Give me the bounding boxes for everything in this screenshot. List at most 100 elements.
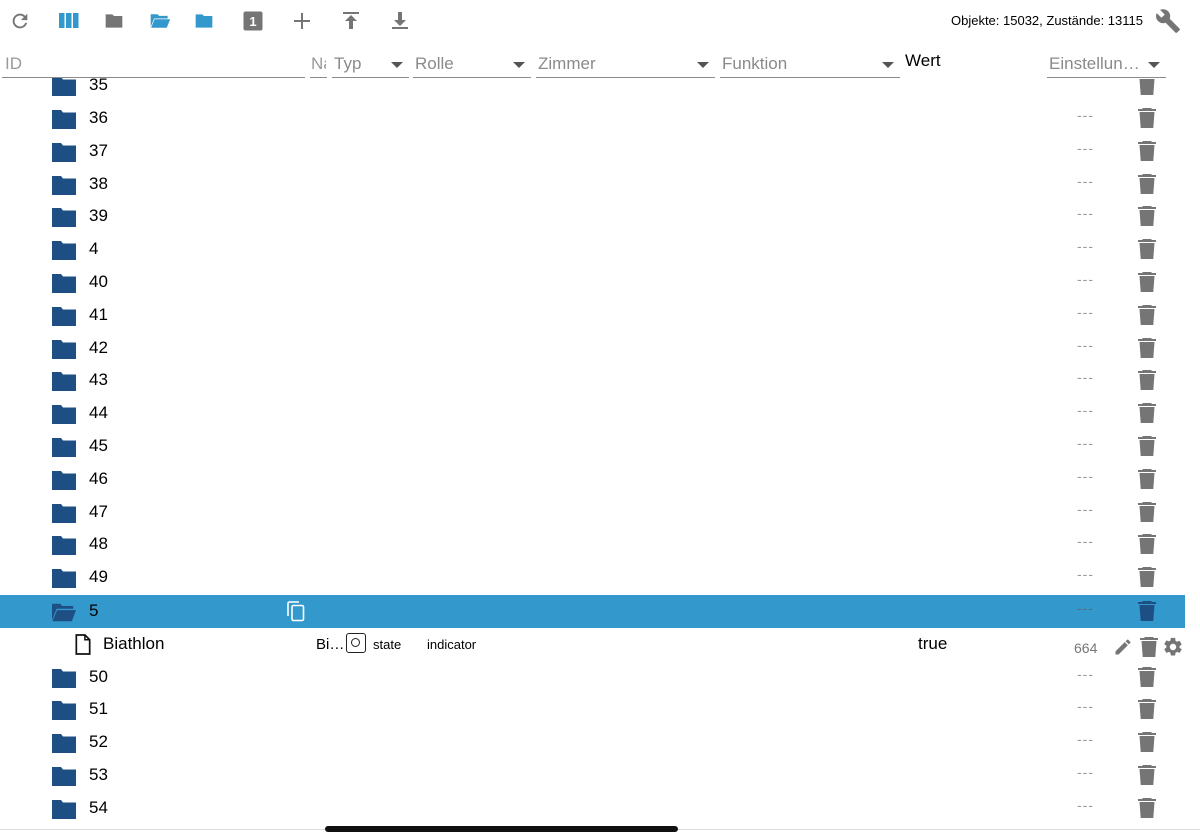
folder-icon[interactable] — [102, 9, 126, 33]
name-filter-input[interactable] — [310, 50, 327, 78]
copy-icon[interactable] — [286, 600, 306, 622]
folder-icon — [52, 339, 76, 359]
tree-row[interactable]: 38 --- — [0, 168, 1185, 201]
tree-row[interactable]: 43 --- — [0, 364, 1185, 397]
tree-row-value: --- — [1077, 698, 1094, 715]
role-filter-select[interactable]: Rolle — [413, 50, 531, 78]
tree-row[interactable]: 46 --- — [0, 463, 1185, 496]
tree-row-name: 38 — [89, 173, 108, 193]
delete-icon[interactable] — [1138, 370, 1156, 391]
folder-icon — [52, 142, 76, 162]
delete-icon[interactable] — [1138, 468, 1156, 489]
folder-icon — [52, 734, 76, 754]
state-name: Biathlon — [103, 633, 165, 653]
value-column-header: Wert — [905, 51, 941, 70]
delete-icon[interactable] — [1138, 732, 1156, 753]
delete-icon[interactable] — [1138, 666, 1156, 687]
delete-icon[interactable] — [1138, 173, 1156, 194]
scrollbar[interactable] — [1190, 44, 1200, 830]
folder-open-icon[interactable] — [148, 9, 172, 33]
room-filter-select[interactable]: Zimmer — [536, 50, 715, 78]
tree-row[interactable]: 48 --- — [0, 528, 1185, 561]
delete-icon[interactable] — [1140, 636, 1158, 657]
settings-filter-arrow-icon — [1148, 62, 1160, 68]
tree-row-name: 42 — [89, 337, 108, 357]
edit-icon[interactable] — [1113, 637, 1133, 657]
folder-icon — [52, 470, 76, 490]
tree-row-name: 46 — [89, 468, 108, 488]
tree-row-value: --- — [1077, 764, 1094, 780]
delete-icon[interactable] — [1138, 797, 1156, 818]
tree-row-name: 43 — [89, 370, 108, 390]
file-icon — [75, 633, 91, 655]
tree-row-name: 50 — [89, 666, 108, 686]
tree-row-selected[interactable]: 5 --- — [0, 595, 1185, 628]
delete-icon[interactable] — [1138, 239, 1156, 260]
tree-row-name: 37 — [89, 140, 108, 160]
delete-icon[interactable] — [1138, 140, 1156, 161]
wrench-icon[interactable] — [1155, 8, 1181, 34]
tree-row[interactable]: 42 --- — [0, 332, 1185, 365]
download-icon[interactable] — [388, 9, 412, 33]
upload-icon[interactable] — [339, 9, 363, 33]
plus-icon[interactable] — [290, 9, 314, 33]
tree-row-value: --- — [1077, 566, 1094, 583]
columns-icon[interactable] — [57, 9, 81, 33]
settings-filter-label: Einstellun… — [1049, 54, 1140, 73]
delete-icon[interactable] — [1138, 108, 1156, 128]
state-row[interactable]: Biathlon Bi… state indicator true 664 — [0, 628, 1185, 661]
type-filter-select[interactable]: Typ — [332, 50, 409, 78]
delete-icon[interactable] — [1138, 601, 1156, 621]
tree-row[interactable]: 50 --- — [0, 661, 1185, 694]
tree-row[interactable]: 37 --- — [0, 135, 1185, 168]
delete-icon[interactable] — [1138, 78, 1156, 95]
toolbar: 1 Objekte: 15032, Zustände: 13115 — [0, 0, 1200, 44]
number-one-icon[interactable]: 1 — [241, 9, 265, 33]
tree-row-name: 4 — [89, 239, 99, 259]
delete-icon[interactable] — [1138, 337, 1156, 358]
function-filter-select[interactable]: Funktion — [720, 50, 900, 78]
delete-icon[interactable] — [1138, 534, 1156, 555]
id-filter-input[interactable] — [2, 50, 305, 78]
tree-row[interactable]: 47 --- — [0, 496, 1185, 529]
tree-row[interactable]: 52 --- — [0, 726, 1185, 759]
folder-blue-icon[interactable] — [192, 9, 216, 33]
delete-icon[interactable] — [1138, 699, 1156, 720]
delete-icon[interactable] — [1138, 436, 1156, 456]
tree-row-name: 44 — [89, 403, 108, 423]
home-indicator[interactable] — [325, 826, 678, 832]
gear-icon[interactable] — [1162, 636, 1184, 658]
tree-row[interactable]: 4 --- — [0, 233, 1185, 266]
tree-row-name: 54 — [89, 797, 108, 817]
delete-icon[interactable] — [1138, 304, 1156, 325]
delete-icon[interactable] — [1138, 567, 1156, 588]
settings-filter-select[interactable]: Einstellun… — [1047, 50, 1166, 78]
folder-icon — [52, 306, 76, 326]
state-value[interactable]: true — [918, 634, 947, 654]
type-filter-label: Typ — [334, 54, 362, 73]
tree-row[interactable]: 45 --- — [0, 430, 1185, 463]
delete-icon[interactable] — [1138, 765, 1156, 785]
tree-row[interactable]: 35 — [0, 78, 1185, 102]
tree-row-name: 49 — [89, 567, 108, 587]
tree-row[interactable]: 54 --- — [0, 792, 1185, 825]
folder-icon — [52, 241, 76, 261]
tree-row[interactable]: 39 --- — [0, 200, 1185, 233]
tree-row[interactable]: 51 --- — [0, 693, 1185, 726]
delete-icon[interactable] — [1138, 206, 1156, 227]
tree-row[interactable]: 53 --- — [0, 759, 1185, 792]
tree-row[interactable]: 36 --- — [0, 102, 1185, 135]
tree-row-value: --- — [1077, 796, 1094, 813]
tree-row[interactable]: 41 --- — [0, 299, 1185, 332]
tree-row-name: 35 — [89, 78, 108, 94]
folder-icon — [52, 110, 76, 129]
delete-icon[interactable] — [1138, 403, 1156, 424]
delete-icon[interactable] — [1138, 272, 1156, 292]
tree-row[interactable]: 40 --- — [0, 266, 1185, 299]
state-type: state — [373, 636, 402, 652]
tree-row[interactable]: 49 --- — [0, 561, 1185, 594]
delete-icon[interactable] — [1138, 501, 1156, 522]
tree-row[interactable]: 44 --- — [0, 397, 1185, 430]
folder-icon — [52, 208, 76, 228]
refresh-icon[interactable] — [8, 9, 32, 33]
